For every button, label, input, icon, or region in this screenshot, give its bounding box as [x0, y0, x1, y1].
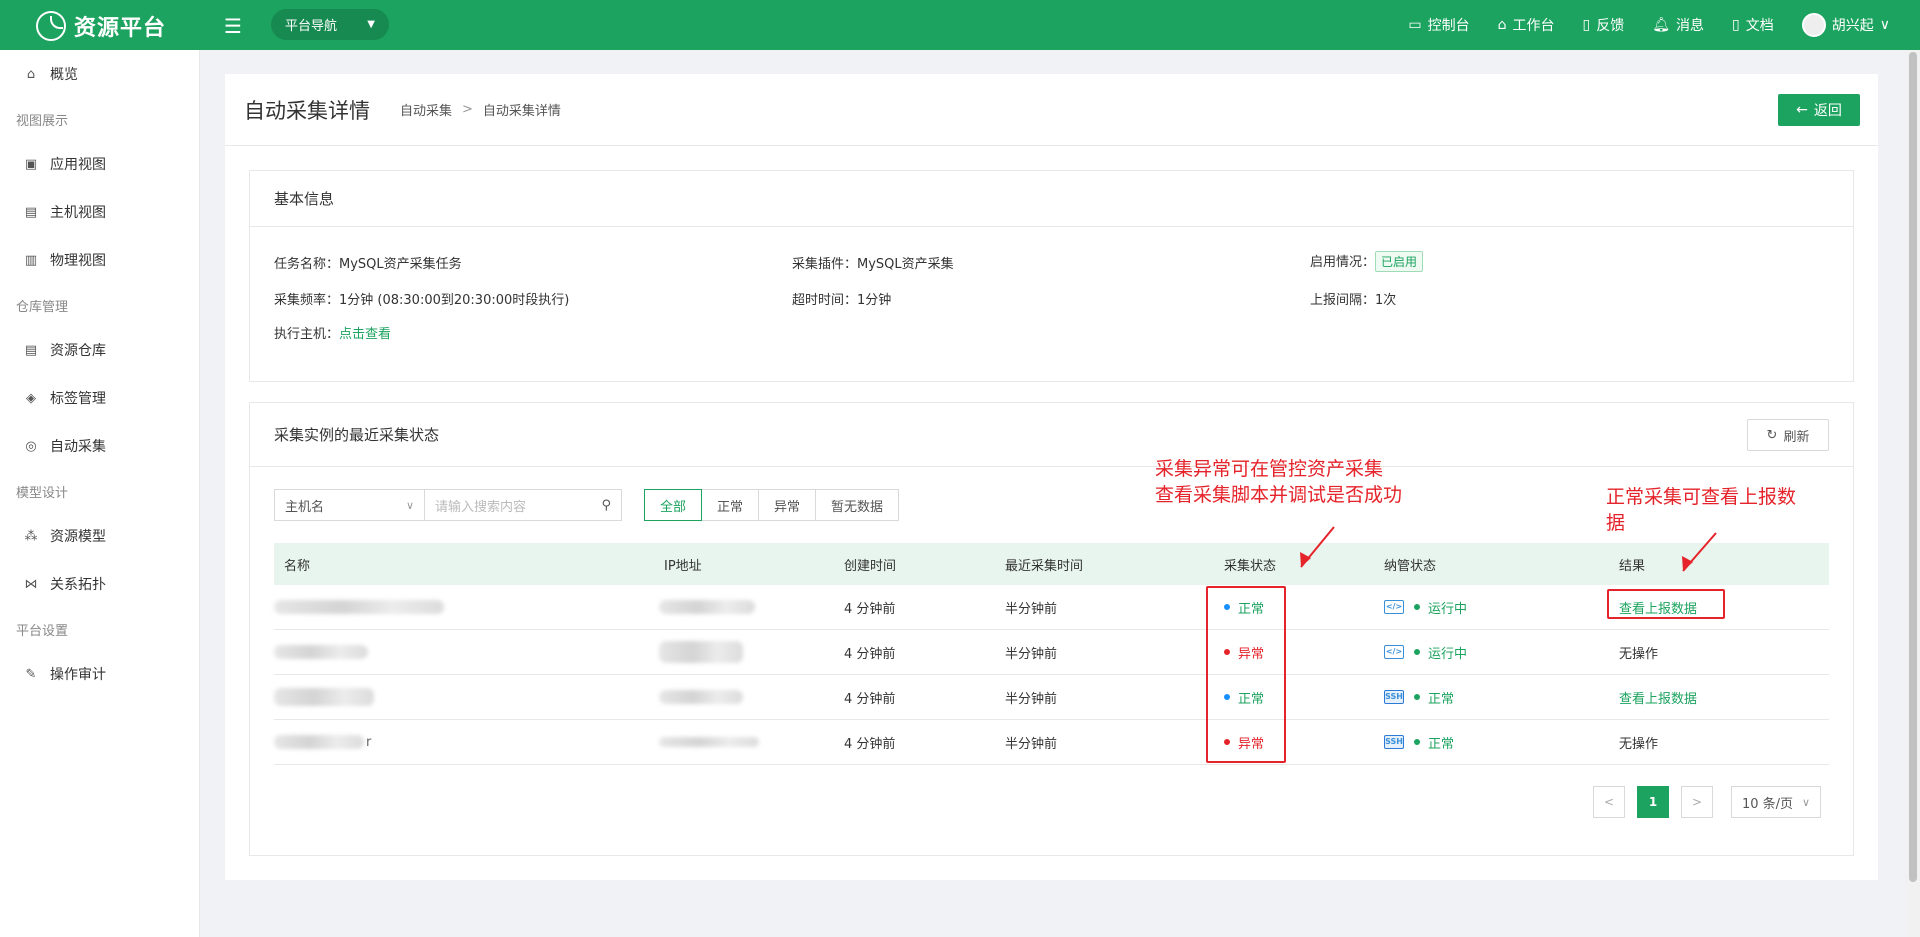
- tab-all[interactable]: 全部: [644, 489, 703, 521]
- arrowhead-icon: [1300, 552, 1311, 567]
- annotation-box-collect-status: [1206, 586, 1286, 763]
- page-scrollbar[interactable]: [1906, 50, 1920, 937]
- scrollbar-thumb[interactable]: [1909, 52, 1917, 882]
- annotation-arrows: [1300, 526, 1717, 572]
- arrowhead-icon: [1682, 556, 1693, 571]
- annotation-box-view-report: [1607, 589, 1725, 619]
